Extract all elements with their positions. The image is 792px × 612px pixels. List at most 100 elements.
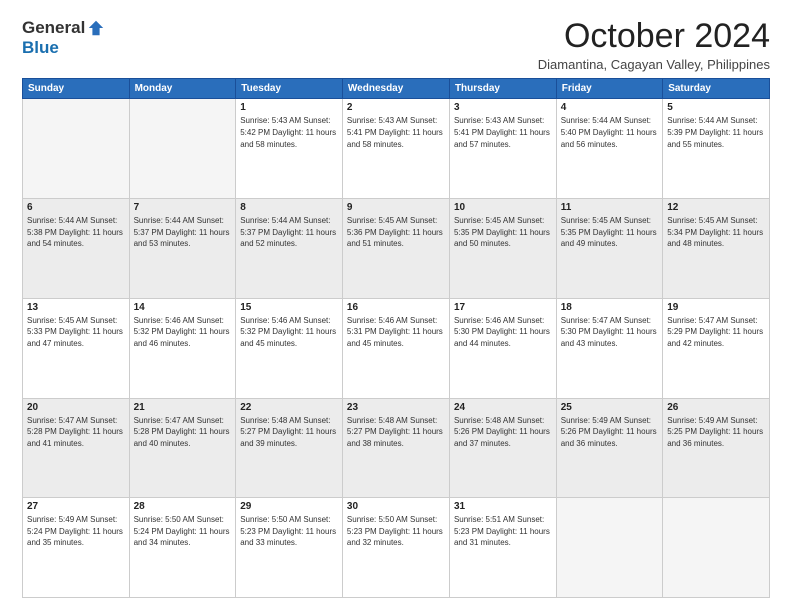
day-info: Sunrise: 5:47 AM Sunset: 5:29 PM Dayligh… xyxy=(667,315,765,350)
day-info: Sunrise: 5:43 AM Sunset: 5:41 PM Dayligh… xyxy=(454,115,552,150)
table-row: 9 Sunrise: 5:45 AM Sunset: 5:36 PM Daylig… xyxy=(342,199,449,299)
day-number: 6 xyxy=(27,202,125,213)
table-row: 7 Sunrise: 5:44 AM Sunset: 5:37 PM Daylig… xyxy=(129,199,236,299)
table-row: 8Sunrise: 5:44 AM Sunset: 5:37 PM Daylig… xyxy=(236,199,343,299)
calendar-week-row: 6 Sunrise: 5:44 AM Sunset: 5:38 PM Daylig… xyxy=(23,199,770,299)
day-number: 26 xyxy=(667,402,765,413)
day-info: Sunrise: 5:46 AM Sunset: 5:31 PM Dayligh… xyxy=(347,315,445,350)
col-friday: Friday xyxy=(556,79,662,99)
day-number: 2 xyxy=(347,102,445,113)
col-wednesday: Wednesday xyxy=(342,79,449,99)
day-number: 5 xyxy=(667,102,765,113)
day-number: 16 xyxy=(347,302,445,313)
day-number: 22 xyxy=(240,402,338,413)
day-info: Sunrise: 5:44 AM Sunset: 5:37 PM Dayligh… xyxy=(134,215,232,250)
day-number: 12 xyxy=(667,202,765,213)
calendar-week-row: 13Sunrise: 5:45 AM Sunset: 5:33 PM Dayli… xyxy=(23,298,770,398)
table-row xyxy=(556,498,662,598)
day-info: Sunrise: 5:51 AM Sunset: 5:23 PM Dayligh… xyxy=(454,514,552,549)
day-info: Sunrise: 5:48 AM Sunset: 5:27 PM Dayligh… xyxy=(240,415,338,450)
day-number: 11 xyxy=(561,202,658,213)
day-number: 4 xyxy=(561,102,658,113)
day-info: Sunrise: 5:45 AM Sunset: 5:35 PM Dayligh… xyxy=(561,215,658,250)
table-row: 4Sunrise: 5:44 AM Sunset: 5:40 PM Daylig… xyxy=(556,99,662,199)
table-row: 14 Sunrise: 5:46 AM Sunset: 5:32 PM Dayli… xyxy=(129,298,236,398)
day-number: 25 xyxy=(561,402,658,413)
col-tuesday: Tuesday xyxy=(236,79,343,99)
day-number: 1 xyxy=(240,102,338,113)
table-row: 29 Sunrise: 5:50 AM Sunset: 5:23 PM Dayli… xyxy=(236,498,343,598)
day-info: Sunrise: 5:50 AM Sunset: 5:24 PM Dayligh… xyxy=(134,514,232,549)
table-row: 23Sunrise: 5:48 AM Sunset: 5:27 PM Dayli… xyxy=(342,398,449,498)
table-row: 24 Sunrise: 5:48 AM Sunset: 5:26 PM Dayli… xyxy=(449,398,556,498)
table-row: 20Sunrise: 5:47 AM Sunset: 5:28 PM Dayli… xyxy=(23,398,130,498)
calendar-table: Sunday Monday Tuesday Wednesday Thursday… xyxy=(22,78,770,598)
day-number: 29 xyxy=(240,501,338,512)
table-row: 2 Sunrise: 5:43 AM Sunset: 5:41 PM Daylig… xyxy=(342,99,449,199)
day-info: Sunrise: 5:43 AM Sunset: 5:42 PM Dayligh… xyxy=(240,115,338,150)
table-row: 16 Sunrise: 5:46 AM Sunset: 5:31 PM Dayli… xyxy=(342,298,449,398)
day-number: 18 xyxy=(561,302,658,313)
table-row: 3 Sunrise: 5:43 AM Sunset: 5:41 PM Daylig… xyxy=(449,99,556,199)
day-info: Sunrise: 5:50 AM Sunset: 5:23 PM Dayligh… xyxy=(347,514,445,549)
day-info: Sunrise: 5:46 AM Sunset: 5:32 PM Dayligh… xyxy=(134,315,232,350)
table-row: 26Sunrise: 5:49 AM Sunset: 5:25 PM Dayli… xyxy=(663,398,770,498)
day-number: 14 xyxy=(134,302,232,313)
day-number: 17 xyxy=(454,302,552,313)
day-number: 8 xyxy=(240,202,338,213)
day-number: 31 xyxy=(454,501,552,512)
table-row: 15Sunrise: 5:46 AM Sunset: 5:32 PM Dayli… xyxy=(236,298,343,398)
day-info: Sunrise: 5:48 AM Sunset: 5:26 PM Dayligh… xyxy=(454,415,552,450)
table-row: 12 Sunrise: 5:45 AM Sunset: 5:34 PM Dayli… xyxy=(663,199,770,299)
day-number: 19 xyxy=(667,302,765,313)
day-info: Sunrise: 5:47 AM Sunset: 5:30 PM Dayligh… xyxy=(561,315,658,350)
day-number: 9 xyxy=(347,202,445,213)
table-row: 28Sunrise: 5:50 AM Sunset: 5:24 PM Dayli… xyxy=(129,498,236,598)
day-number: 3 xyxy=(454,102,552,113)
table-row xyxy=(663,498,770,598)
logo: General Blue xyxy=(22,18,105,58)
day-info: Sunrise: 5:44 AM Sunset: 5:38 PM Dayligh… xyxy=(27,215,125,250)
table-row: 27 Sunrise: 5:49 AM Sunset: 5:24 PM Dayli… xyxy=(23,498,130,598)
table-row: 6 Sunrise: 5:44 AM Sunset: 5:38 PM Daylig… xyxy=(23,199,130,299)
day-number: 24 xyxy=(454,402,552,413)
col-saturday: Saturday xyxy=(663,79,770,99)
table-row: 21Sunrise: 5:47 AM Sunset: 5:28 PM Dayli… xyxy=(129,398,236,498)
logo-blue: Blue xyxy=(22,38,59,58)
title-block: October 2024 Diamantina, Cagayan Valley,… xyxy=(538,18,770,72)
day-info: Sunrise: 5:50 AM Sunset: 5:23 PM Dayligh… xyxy=(240,514,338,549)
table-row: 18 Sunrise: 5:47 AM Sunset: 5:30 PM Dayli… xyxy=(556,298,662,398)
day-info: Sunrise: 5:45 AM Sunset: 5:33 PM Dayligh… xyxy=(27,315,125,350)
logo-general: General xyxy=(22,18,85,38)
day-info: Sunrise: 5:47 AM Sunset: 5:28 PM Dayligh… xyxy=(27,415,125,450)
day-info: Sunrise: 5:46 AM Sunset: 5:30 PM Dayligh… xyxy=(454,315,552,350)
col-sunday: Sunday xyxy=(23,79,130,99)
table-row: 11 Sunrise: 5:45 AM Sunset: 5:35 PM Dayli… xyxy=(556,199,662,299)
day-number: 7 xyxy=(134,202,232,213)
table-row: 10Sunrise: 5:45 AM Sunset: 5:35 PM Dayli… xyxy=(449,199,556,299)
day-info: Sunrise: 5:47 AM Sunset: 5:28 PM Dayligh… xyxy=(134,415,232,450)
day-info: Sunrise: 5:43 AM Sunset: 5:41 PM Dayligh… xyxy=(347,115,445,150)
table-row: 1 Sunrise: 5:43 AM Sunset: 5:42 PM Daylig… xyxy=(236,99,343,199)
day-info: Sunrise: 5:45 AM Sunset: 5:34 PM Dayligh… xyxy=(667,215,765,250)
month-title: October 2024 xyxy=(538,18,770,55)
table-row xyxy=(129,99,236,199)
day-info: Sunrise: 5:45 AM Sunset: 5:36 PM Dayligh… xyxy=(347,215,445,250)
table-row: 19 Sunrise: 5:47 AM Sunset: 5:29 PM Dayli… xyxy=(663,298,770,398)
day-number: 23 xyxy=(347,402,445,413)
calendar-header-row: Sunday Monday Tuesday Wednesday Thursday… xyxy=(23,79,770,99)
logo-text: General xyxy=(22,18,105,38)
subtitle: Diamantina, Cagayan Valley, Philippines xyxy=(538,57,770,72)
day-number: 27 xyxy=(27,501,125,512)
page: General Blue October 2024 Diamantina, Ca… xyxy=(0,0,792,612)
calendar-week-row: 1 Sunrise: 5:43 AM Sunset: 5:42 PM Daylig… xyxy=(23,99,770,199)
table-row: 13Sunrise: 5:45 AM Sunset: 5:33 PM Dayli… xyxy=(23,298,130,398)
day-info: Sunrise: 5:49 AM Sunset: 5:26 PM Dayligh… xyxy=(561,415,658,450)
day-info: Sunrise: 5:49 AM Sunset: 5:24 PM Dayligh… xyxy=(27,514,125,549)
table-row: 17 Sunrise: 5:46 AM Sunset: 5:30 PM Dayli… xyxy=(449,298,556,398)
day-number: 10 xyxy=(454,202,552,213)
calendar-week-row: 27 Sunrise: 5:49 AM Sunset: 5:24 PM Dayli… xyxy=(23,498,770,598)
table-row: 31 Sunrise: 5:51 AM Sunset: 5:23 PM Dayli… xyxy=(449,498,556,598)
col-monday: Monday xyxy=(129,79,236,99)
table-row: 22 Sunrise: 5:48 AM Sunset: 5:27 PM Dayli… xyxy=(236,398,343,498)
